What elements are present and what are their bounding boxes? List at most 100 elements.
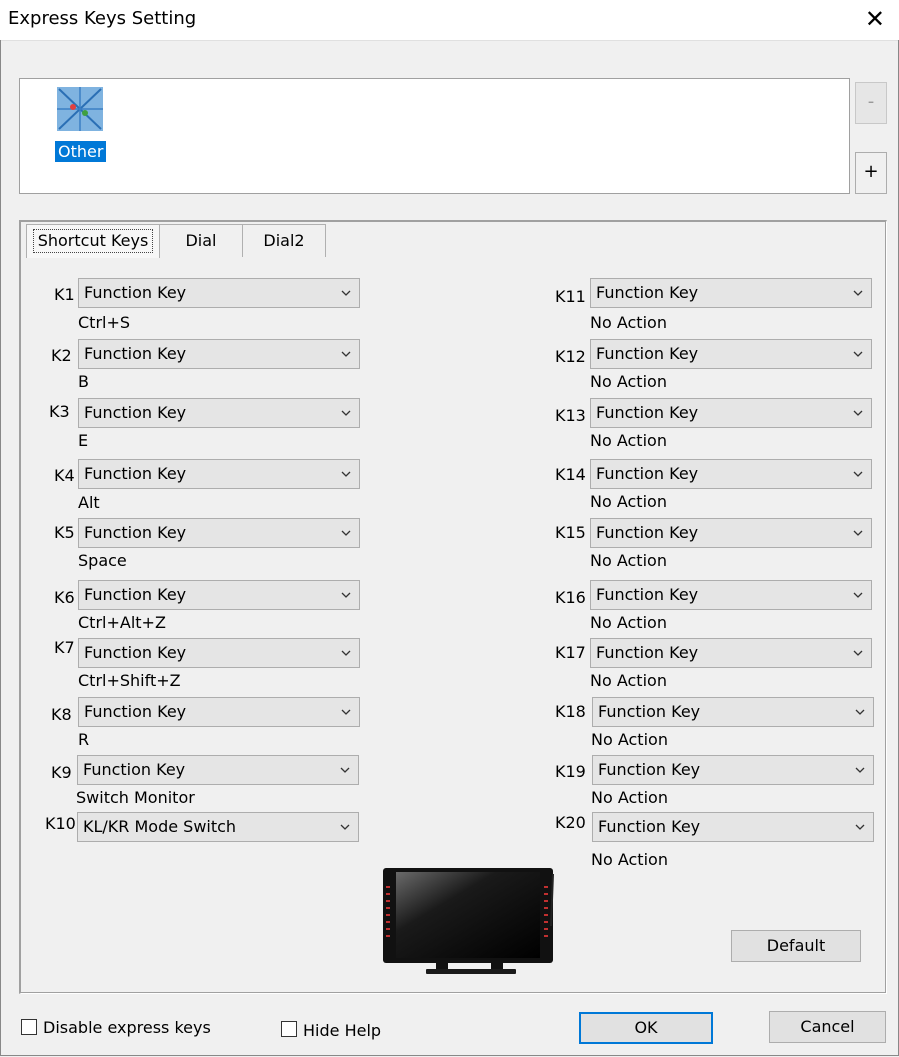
- ok-button[interactable]: OK: [579, 1012, 713, 1044]
- select-value: Function Key: [598, 760, 701, 779]
- add-profile-button[interactable]: +: [855, 152, 887, 194]
- key-action-select[interactable]: Function Key: [592, 755, 874, 785]
- key-value: No Action: [591, 788, 668, 807]
- select-value: Function Key: [84, 523, 187, 542]
- tab-dial[interactable]: Dial: [159, 224, 243, 257]
- key-label: K3: [49, 402, 70, 421]
- key-action-select[interactable]: Function Key: [78, 398, 360, 428]
- key-value: No Action: [591, 730, 668, 749]
- select-value: Function Key: [84, 344, 187, 363]
- chevron-down-icon: [855, 709, 865, 715]
- key-value: E: [78, 431, 89, 450]
- chevron-down-icon: [855, 767, 865, 773]
- key-action-select[interactable]: Function Key: [78, 278, 360, 308]
- select-value: Function Key: [596, 585, 699, 604]
- select-value: Function Key: [84, 283, 187, 302]
- key-action-select[interactable]: Function Key: [78, 580, 360, 610]
- key-label: K20: [555, 813, 586, 832]
- chevron-down-icon: [340, 767, 350, 773]
- key-action-select[interactable]: Function Key: [590, 459, 872, 489]
- key-label: K1: [54, 285, 75, 304]
- select-value: Function Key: [598, 817, 701, 836]
- key-label: K17: [555, 643, 586, 662]
- key-action-select[interactable]: Function Key: [78, 339, 360, 369]
- key-action-select[interactable]: KL/KR Mode Switch: [77, 812, 359, 842]
- remove-profile-button[interactable]: -: [855, 82, 887, 124]
- select-value: Function Key: [598, 702, 701, 721]
- key-label: K4: [54, 466, 75, 485]
- key-action-select[interactable]: Function Key: [592, 812, 874, 842]
- key-label: K5: [54, 523, 75, 542]
- tab-label: Shortcut Keys: [32, 229, 154, 253]
- key-value: No Action: [590, 671, 667, 690]
- key-action-select[interactable]: Function Key: [78, 697, 360, 727]
- select-value: Function Key: [83, 760, 186, 779]
- hide-help-checkbox[interactable]: [281, 1021, 297, 1037]
- key-value: Space: [78, 551, 127, 570]
- select-value: Function Key: [84, 702, 187, 721]
- key-action-select[interactable]: Function Key: [590, 398, 872, 428]
- key-value: Switch Monitor: [76, 788, 195, 807]
- tab-shortcut-keys[interactable]: Shortcut Keys: [26, 224, 160, 258]
- key-action-select[interactable]: Function Key: [590, 580, 872, 610]
- chevron-down-icon: [341, 471, 351, 477]
- key-action-select[interactable]: Function Key: [78, 518, 360, 548]
- key-action-select[interactable]: Function Key: [590, 518, 872, 548]
- key-action-select[interactable]: Function Key: [590, 339, 872, 369]
- key-value: No Action: [590, 313, 667, 332]
- tab-dial2[interactable]: Dial2: [242, 224, 326, 257]
- chevron-down-icon: [853, 592, 863, 598]
- tab-label: Dial: [185, 231, 217, 250]
- key-label: K14: [555, 465, 586, 484]
- key-action-select[interactable]: Function Key: [590, 638, 872, 668]
- default-button[interactable]: Default: [731, 930, 861, 962]
- profile-list[interactable]: Other: [19, 78, 850, 194]
- select-value: Function Key: [596, 464, 699, 483]
- profile-item-other[interactable]: Other: [55, 141, 107, 162]
- key-label: K18: [555, 702, 586, 721]
- chevron-down-icon: [341, 592, 351, 598]
- close-icon[interactable]: ✕: [865, 6, 885, 32]
- hide-help-label: Hide Help: [303, 1021, 382, 1040]
- select-value: Function Key: [596, 403, 699, 422]
- key-label: K13: [555, 406, 586, 425]
- chevron-down-icon: [853, 410, 863, 416]
- key-label: K7: [54, 638, 75, 657]
- key-action-select[interactable]: Function Key: [78, 638, 360, 668]
- key-action-select[interactable]: Function Key: [77, 755, 359, 785]
- key-label: K6: [54, 588, 75, 607]
- chevron-down-icon: [853, 290, 863, 296]
- chevron-down-icon: [340, 824, 350, 830]
- select-value: Function Key: [84, 403, 187, 422]
- key-action-select[interactable]: Function Key: [592, 697, 874, 727]
- tab-label: Dial2: [263, 231, 305, 250]
- select-value: Function Key: [596, 283, 699, 302]
- chevron-down-icon: [853, 351, 863, 357]
- key-action-select[interactable]: Function Key: [590, 278, 872, 308]
- key-label: K19: [555, 762, 586, 781]
- disable-express-keys-label: Disable express keys: [43, 1018, 211, 1037]
- key-label: K12: [555, 347, 586, 366]
- key-label: K16: [555, 588, 586, 607]
- select-value: Function Key: [596, 344, 699, 363]
- key-value: B: [78, 372, 89, 391]
- key-label: K2: [51, 346, 72, 365]
- tablet-image: [383, 868, 554, 974]
- chevron-down-icon: [341, 410, 351, 416]
- key-value: No Action: [590, 492, 667, 511]
- window-title: Express Keys Setting: [8, 8, 197, 29]
- key-value: Ctrl+Alt+Z: [78, 613, 166, 632]
- key-value: No Action: [590, 613, 667, 632]
- key-label: K11: [555, 287, 586, 306]
- chevron-down-icon: [855, 824, 865, 830]
- chevron-down-icon: [341, 351, 351, 357]
- other-app-icon[interactable]: [55, 85, 105, 133]
- disable-express-keys-checkbox[interactable]: [21, 1019, 37, 1035]
- select-value: Function Key: [84, 643, 187, 662]
- key-value: Ctrl+S: [78, 313, 131, 332]
- chevron-down-icon: [853, 650, 863, 656]
- cancel-button[interactable]: Cancel: [769, 1011, 886, 1043]
- key-action-select[interactable]: Function Key: [78, 459, 360, 489]
- chevron-down-icon: [853, 471, 863, 477]
- key-label: K10: [45, 814, 76, 833]
